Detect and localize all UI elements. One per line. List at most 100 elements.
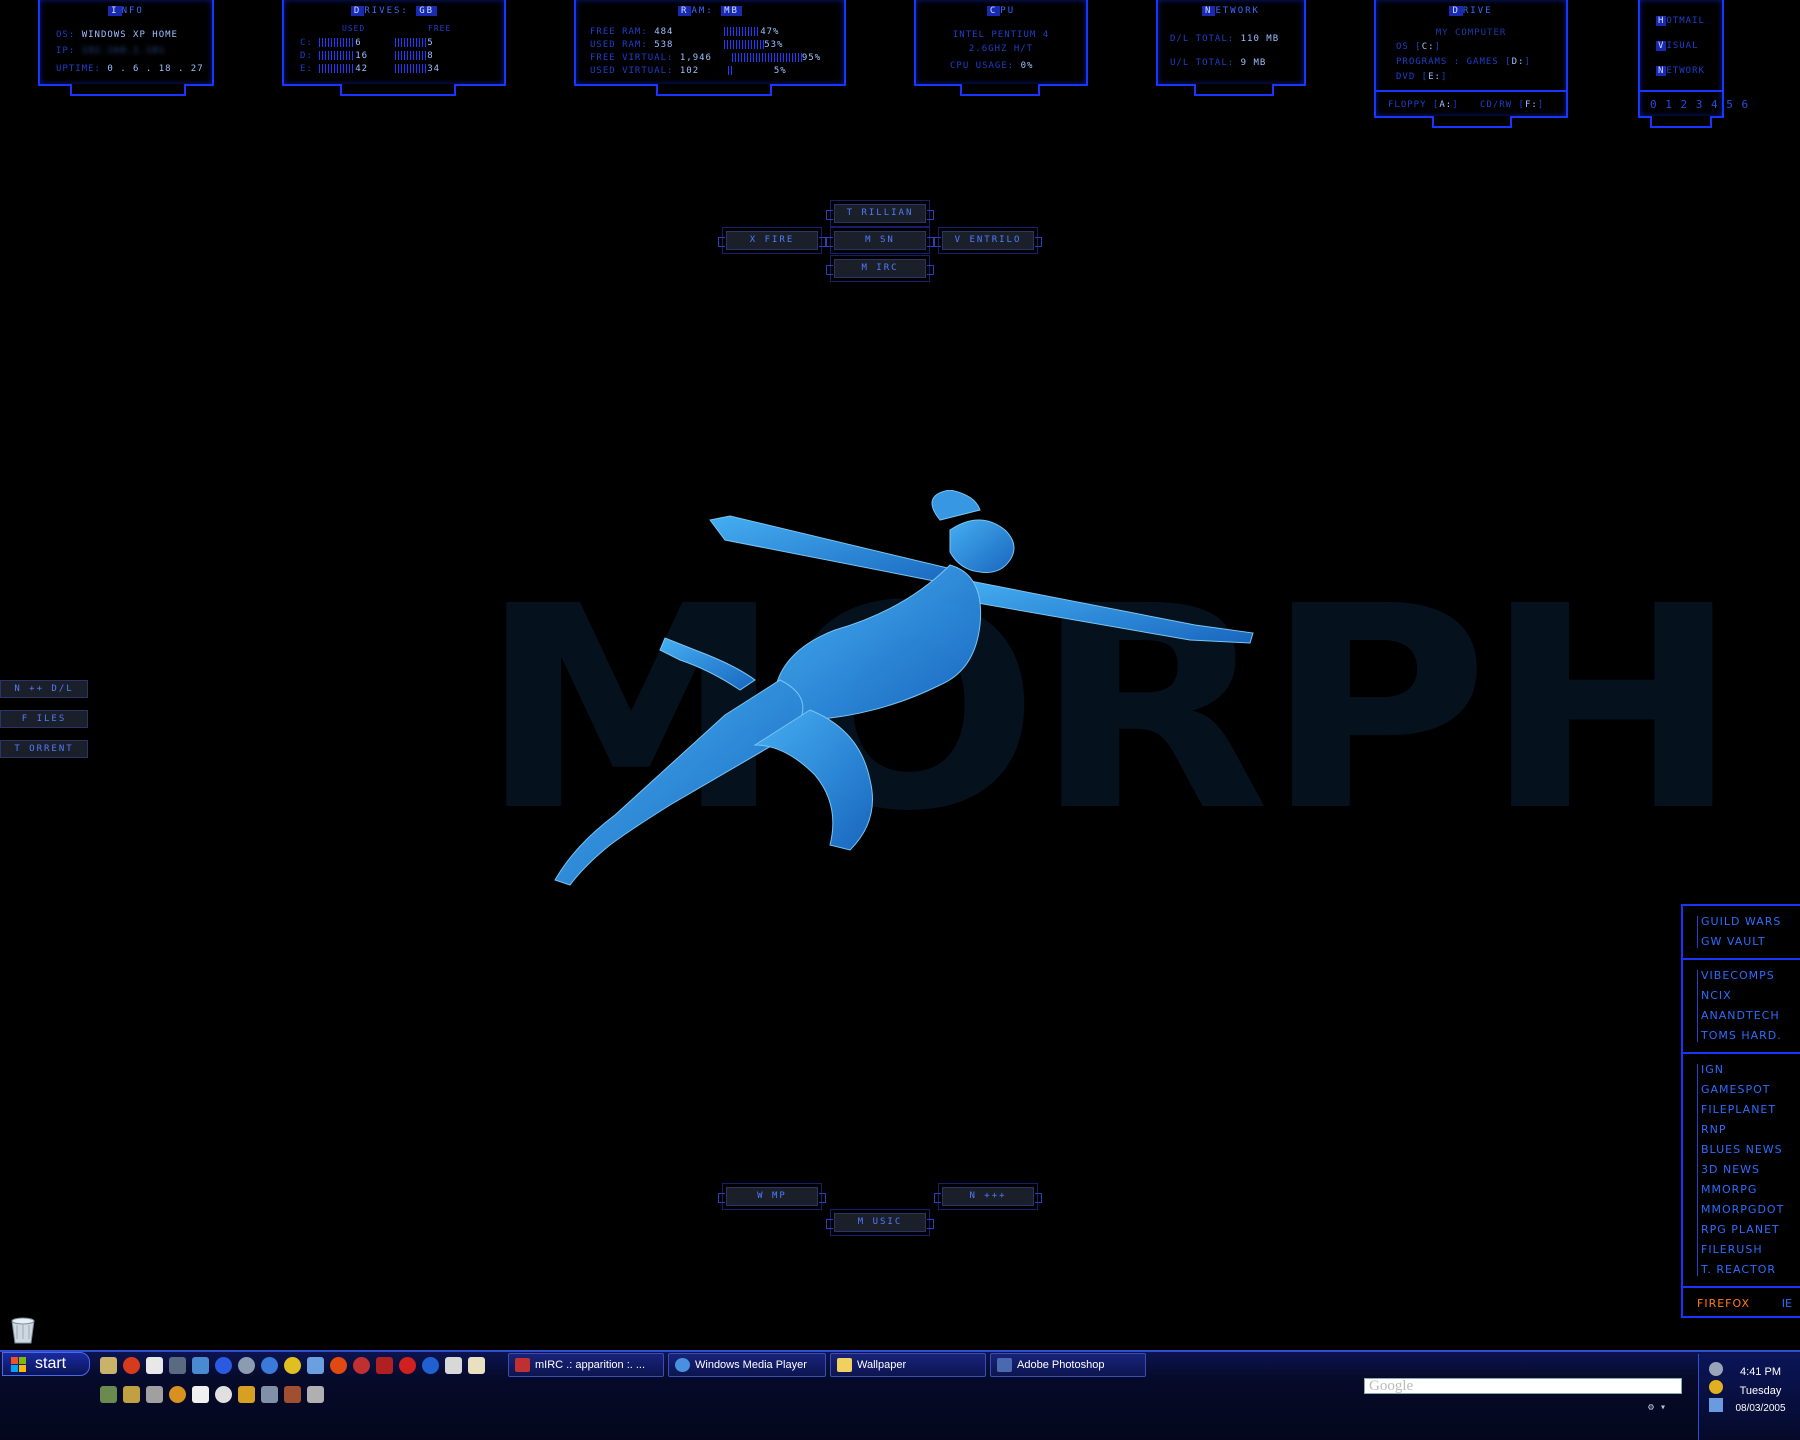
bookmark-group: VIBECOMPS NCIX ANANDTECH TOMS HARD. — [1683, 960, 1800, 1054]
bookmark-link[interactable]: RNP — [1701, 1120, 1800, 1140]
bookmark-link[interactable]: FILERUSH — [1701, 1240, 1800, 1260]
ventrilo-button[interactable]: V ENTRILO — [934, 231, 1042, 250]
virtual-desktop-switcher[interactable]: 0 1 2 3 4 5 6 — [1650, 98, 1749, 111]
bookmark-link[interactable]: VIBECOMPS — [1701, 966, 1800, 986]
quicklaunch-icon[interactable] — [238, 1357, 255, 1374]
bookmark-link[interactable]: BLUES NEWS — [1701, 1140, 1800, 1160]
bookmark-link[interactable]: GW VAULT — [1701, 932, 1800, 952]
quicklaunch-icon[interactable] — [261, 1357, 278, 1374]
bookmark-link[interactable]: GAMESPOT — [1701, 1080, 1800, 1100]
bookmark-link[interactable]: FILEPLANET — [1701, 1100, 1800, 1120]
free-label: FREE — [428, 24, 452, 33]
floppy-link[interactable]: FLOPPY [A:] — [1388, 100, 1459, 110]
quicklaunch-icon[interactable] — [100, 1357, 117, 1374]
quicklaunch-icon[interactable] — [100, 1386, 117, 1403]
quicklaunch-icon[interactable] — [192, 1357, 209, 1374]
toolbar-options-icon[interactable]: ⚙ ▾ — [1648, 1402, 1672, 1416]
quicklaunch-icon[interactable] — [307, 1357, 324, 1374]
games-drive-link[interactable]: PROGRAMS : GAMES [D:] — [1396, 57, 1531, 67]
network-link[interactable]: N ETWORK — [1656, 66, 1705, 76]
free-bar — [395, 51, 428, 60]
ram-label: FREE VIRTUAL: — [590, 53, 674, 63]
firefox-link[interactable]: FIREFOX — [1697, 1297, 1750, 1310]
os-drive-link[interactable]: OS [C:] — [1396, 42, 1441, 52]
taskbar-button-wallpaper[interactable]: Wallpaper — [830, 1353, 986, 1377]
info-title: NFO — [121, 6, 144, 16]
quicklaunch-icon[interactable] — [284, 1386, 301, 1403]
quicklaunch-icon[interactable] — [238, 1386, 255, 1403]
cpu-title: PU — [1000, 6, 1016, 16]
quicklaunch-icon[interactable] — [330, 1357, 347, 1374]
ram-row: USED VIRTUAL: 102 5% — [590, 66, 787, 76]
quicklaunch-icon[interactable] — [468, 1357, 485, 1374]
quicklaunch-icon[interactable] — [123, 1357, 140, 1374]
quicklaunch-icon[interactable] — [146, 1357, 163, 1374]
bookmark-link[interactable]: 3D NEWS — [1701, 1160, 1800, 1180]
ram-title-initial: R — [678, 6, 692, 16]
mirc-button[interactable]: M IRC — [826, 259, 934, 278]
npp-downloads-button[interactable]: N ++ D/L — [0, 680, 88, 698]
quicklaunch-icon[interactable] — [284, 1357, 301, 1374]
torrent-button[interactable]: T ORRENT — [0, 740, 88, 758]
bookmark-link[interactable]: MMORPGDOT — [1701, 1200, 1800, 1220]
programs-label: PROGRAMS — [1396, 57, 1448, 67]
bookmark-link[interactable]: RPG PLANET — [1701, 1220, 1800, 1240]
bookmark-group: GUILD WARS GW VAULT — [1683, 906, 1800, 960]
quicklaunch-icon[interactable] — [376, 1357, 393, 1374]
quicklaunch-icon[interactable] — [169, 1386, 186, 1403]
visual-link[interactable]: V ISUAL — [1656, 41, 1699, 51]
cdrw-link[interactable]: CD/RW [F:] — [1480, 100, 1544, 110]
cpu-usage: CPU USAGE: 0% — [950, 61, 1033, 71]
ram-percent: 5% — [773, 66, 787, 76]
drive-row: D: 16 8 — [300, 51, 434, 61]
hotmail-link[interactable]: H OTMAIL — [1656, 16, 1705, 26]
music-button[interactable]: M USIC — [826, 1213, 934, 1232]
taskbar-button-mirc[interactable]: mIRC .: apparition :. ... — [508, 1353, 664, 1377]
trillian-button[interactable]: T RILLIAN — [826, 204, 934, 223]
bookmark-link[interactable]: T. REACTOR — [1701, 1260, 1800, 1280]
google-search-input[interactable]: Google — [1364, 1378, 1682, 1394]
quicklaunch-icon[interactable] — [169, 1357, 186, 1374]
quicklaunch-icon[interactable] — [192, 1386, 209, 1403]
start-button[interactable]: start — [2, 1352, 90, 1376]
drives-panel: D RIVES: GB USED FREE C: 6 5 D: 16 8 E: 42 3… — [282, 0, 506, 96]
quicklaunch-icon[interactable] — [307, 1386, 324, 1403]
free-bar — [395, 64, 428, 73]
wmp-button[interactable]: W MP — [718, 1187, 826, 1206]
taskbar-button-photoshop[interactable]: Adobe Photoshop — [990, 1353, 1146, 1377]
quicklaunch-icon[interactable] — [353, 1357, 370, 1374]
cpu-speed: 2.6GHZ H/T — [968, 44, 1034, 54]
quicklaunch-icon[interactable] — [146, 1386, 163, 1403]
ram-bar — [724, 40, 765, 49]
recycle-bin-icon[interactable] — [8, 1313, 38, 1345]
task-label: mIRC .: apparition :. ... — [535, 1359, 646, 1371]
ram-label: USED RAM: — [590, 40, 648, 50]
files-button[interactable]: F ILES — [0, 710, 88, 728]
quicklaunch-icon[interactable] — [445, 1357, 462, 1374]
bookmark-link[interactable]: GUILD WARS — [1701, 912, 1800, 932]
quicklaunch-icon[interactable] — [215, 1357, 232, 1374]
clock-time[interactable]: 4:41 PM — [1721, 1366, 1800, 1378]
notepad-plus-button[interactable]: N +++ — [934, 1187, 1042, 1206]
bookmark-link[interactable]: ANANDTECH — [1701, 1006, 1800, 1026]
quicklaunch-icon[interactable] — [422, 1357, 439, 1374]
ul-label: U/L TOTAL: — [1170, 58, 1235, 68]
quicklaunch-icon[interactable] — [123, 1386, 140, 1403]
ie-link[interactable]: IE — [1782, 1297, 1792, 1310]
windows-flag-icon — [11, 1357, 26, 1372]
dvd-drive-link[interactable]: DVD [E:] — [1396, 72, 1447, 82]
quicklaunch-icon[interactable] — [215, 1386, 232, 1403]
quicklaunch-icon[interactable] — [261, 1386, 278, 1403]
bookmark-link[interactable]: MMORPG — [1701, 1180, 1800, 1200]
quicklaunch-icon[interactable] — [399, 1357, 416, 1374]
bookmark-link[interactable]: NCIX — [1701, 986, 1800, 1006]
msn-button[interactable]: M SN — [826, 231, 934, 250]
taskbar-button-wmp[interactable]: Windows Media Player — [668, 1353, 826, 1377]
my-computer-link[interactable]: MY COMPUTER — [1376, 28, 1566, 38]
system-tray: 4:41 PM Tuesday 08/03/2005 — [1698, 1354, 1800, 1440]
xfire-button[interactable]: X FIRE — [718, 231, 826, 250]
ram-percent: 47% — [760, 27, 780, 37]
bookmark-link[interactable]: TOMS HARD. — [1701, 1026, 1800, 1046]
used-bar — [319, 38, 356, 47]
bookmark-link[interactable]: IGN — [1701, 1060, 1800, 1080]
